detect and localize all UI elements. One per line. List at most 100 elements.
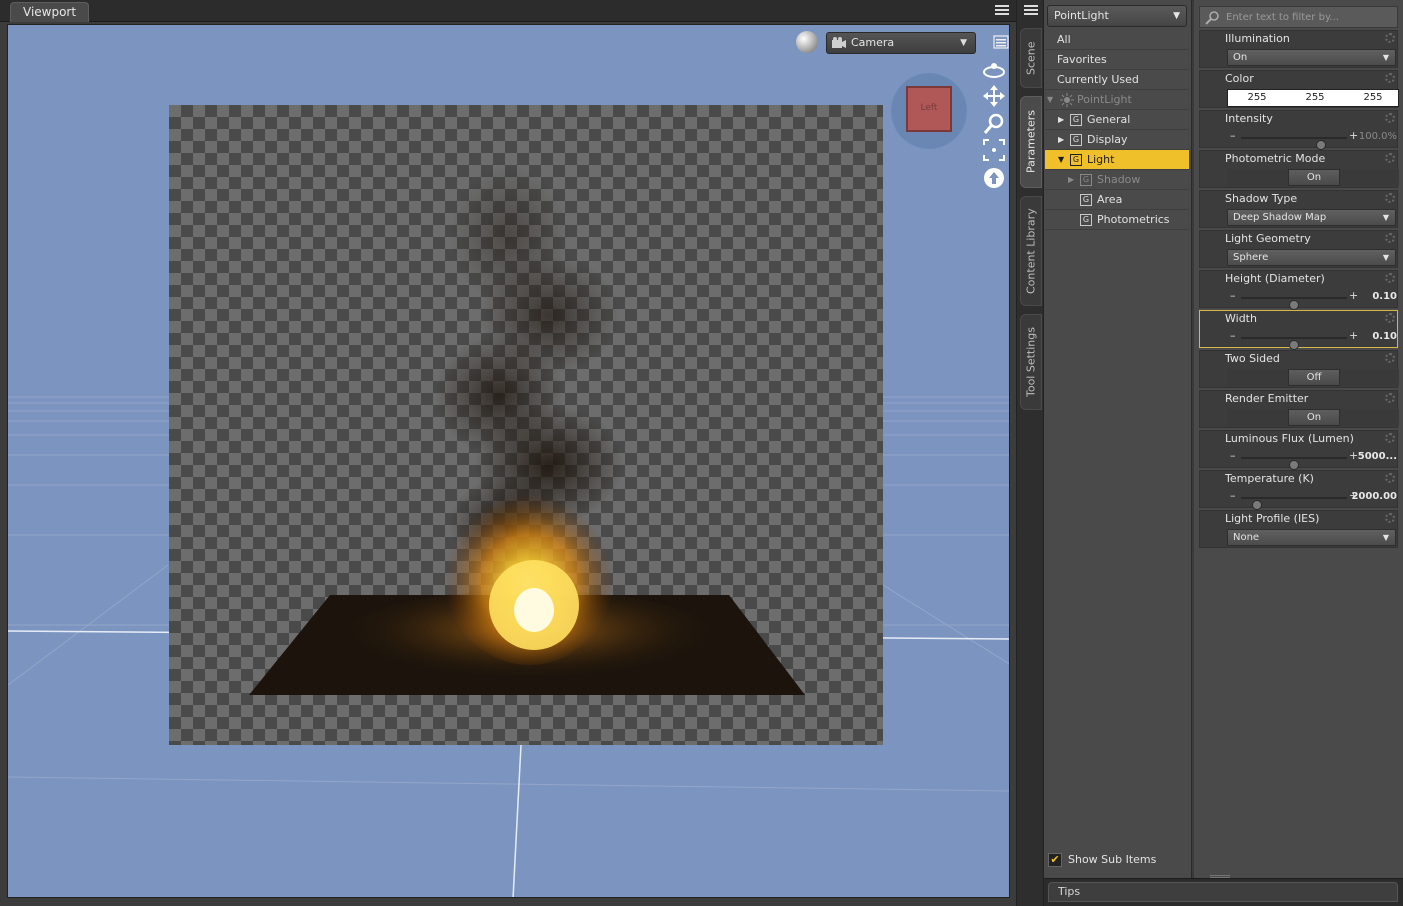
group-icon: G	[1070, 134, 1082, 146]
light-geometry-dropdown[interactable]: Sphere ▼	[1227, 249, 1396, 266]
color-green-value[interactable]: 255	[1286, 92, 1344, 103]
prop-label: Light Profile (IES)	[1225, 512, 1320, 525]
tree-item-display[interactable]: ▶ G Display	[1045, 130, 1189, 150]
camera-dropdown[interactable]: Camera ▼	[826, 32, 976, 54]
slider-track[interactable]	[1241, 137, 1347, 150]
gear-icon[interactable]	[1385, 353, 1395, 363]
view-cube[interactable]: Left	[891, 73, 967, 149]
gear-icon[interactable]	[1385, 393, 1395, 403]
slider-value[interactable]: 100.0%	[1359, 131, 1397, 142]
viewport-canvas[interactable]: Camera ▼ Left	[7, 24, 1010, 898]
toggle-value[interactable]: On	[1288, 409, 1340, 426]
pane-menu-icon[interactable]	[1023, 3, 1039, 17]
illumination-dropdown[interactable]: On ▼	[1227, 49, 1396, 66]
render-emitter-toggle[interactable]: On	[1227, 409, 1399, 426]
slider-track[interactable]	[1241, 457, 1347, 470]
expand-arrow-icon[interactable]: ▼	[1058, 150, 1064, 170]
tree-item-all[interactable]: All	[1045, 30, 1189, 50]
side-tab-strip: Scene Parameters Content Library Tool Se…	[1016, 0, 1044, 906]
filter-input[interactable]	[1226, 9, 1394, 25]
tree-item-favorites[interactable]: Favorites	[1045, 50, 1189, 70]
tab-parameters[interactable]: Parameters	[1020, 96, 1042, 188]
zoom-icon[interactable]	[981, 111, 1007, 137]
slider-knob[interactable]	[1251, 500, 1262, 510]
gear-icon[interactable]	[1385, 313, 1395, 323]
slider-value[interactable]: 0.10	[1372, 291, 1397, 302]
color-blue-value[interactable]: 255	[1344, 92, 1402, 103]
prop-illumination: Illumination On ▼	[1199, 30, 1398, 68]
tips-tab[interactable]: Tips	[1048, 882, 1398, 902]
increment-button[interactable]: +	[1349, 129, 1358, 142]
resize-grip[interactable]	[1210, 875, 1230, 878]
shadow-type-dropdown[interactable]: Deep Shadow Map ▼	[1227, 209, 1396, 226]
expand-arrow-icon[interactable]: ▼	[1047, 90, 1053, 110]
tree-item-general[interactable]: ▶ G General	[1045, 110, 1189, 130]
slider-value[interactable]: 2000.00	[1351, 491, 1397, 502]
gear-icon[interactable]	[1385, 473, 1395, 483]
slider-value[interactable]: 0.10	[1372, 331, 1397, 342]
gear-icon[interactable]	[1385, 113, 1395, 123]
slider-value[interactable]: 5000...	[1358, 451, 1397, 462]
tree-item-currently-used[interactable]: Currently Used	[1045, 70, 1189, 90]
gear-icon[interactable]	[1385, 513, 1395, 523]
decrement-button[interactable]: –	[1230, 129, 1236, 142]
toggle-value[interactable]: Off	[1288, 369, 1340, 386]
tab-tool-settings[interactable]: Tool Settings	[1020, 314, 1042, 410]
gear-icon[interactable]	[1385, 193, 1395, 203]
photometric-mode-toggle[interactable]: On	[1227, 169, 1399, 186]
increment-button[interactable]: +	[1349, 289, 1358, 302]
temperature-slider[interactable]: – + 2000.00	[1227, 489, 1399, 510]
orbit-icon[interactable]	[981, 57, 1007, 83]
width-slider[interactable]: – + 0.10	[1227, 329, 1399, 350]
tab-scene[interactable]: Scene	[1020, 28, 1042, 88]
tab-content-library[interactable]: Content Library	[1020, 196, 1042, 306]
increment-button[interactable]: +	[1349, 329, 1358, 342]
slider-track[interactable]	[1241, 497, 1347, 510]
frame-icon[interactable]	[981, 137, 1007, 163]
dropdown-value: On	[1233, 52, 1248, 63]
two-sided-toggle[interactable]: Off	[1227, 369, 1399, 386]
decrement-button[interactable]: –	[1230, 489, 1236, 502]
expand-arrow-icon[interactable]: ▶	[1058, 130, 1064, 150]
decrement-button[interactable]: –	[1230, 329, 1236, 342]
slider-track[interactable]	[1241, 337, 1347, 350]
gear-icon[interactable]	[1385, 33, 1395, 43]
gear-icon[interactable]	[1385, 273, 1395, 283]
checkbox-checked-icon[interactable]: ✔	[1048, 853, 1062, 867]
light-profile-dropdown[interactable]: None ▼	[1227, 529, 1396, 546]
pane-menu-icon[interactable]	[994, 3, 1010, 17]
slider-knob[interactable]	[1315, 140, 1326, 150]
viewport-tab[interactable]: Viewport	[10, 2, 90, 22]
reset-view-icon[interactable]	[981, 165, 1007, 191]
slider-track[interactable]	[1241, 297, 1347, 310]
decrement-button[interactable]: –	[1230, 289, 1236, 302]
viewport-options-icon[interactable]	[992, 34, 1010, 50]
tree-item-area[interactable]: G Area	[1045, 190, 1189, 210]
slider-knob[interactable]	[1289, 460, 1299, 470]
toggle-value[interactable]: On	[1288, 169, 1340, 186]
gear-icon[interactable]	[1385, 73, 1395, 83]
pan-icon[interactable]	[981, 83, 1007, 109]
node-dropdown[interactable]: PointLight ▼	[1047, 5, 1187, 27]
prop-light-profile: Light Profile (IES) None ▼	[1199, 510, 1398, 548]
gear-icon[interactable]	[1385, 153, 1395, 163]
filter-box[interactable]	[1199, 6, 1398, 28]
tree-item-light[interactable]: ▼ G Light	[1045, 150, 1189, 170]
tree-item-pointlight[interactable]: ▼ PointLight	[1045, 90, 1189, 110]
tree-item-shadow[interactable]: ▶ G Shadow	[1045, 170, 1189, 190]
slider-knob[interactable]	[1289, 340, 1299, 350]
luminous-flux-slider[interactable]: – + 5000...	[1227, 449, 1399, 470]
expand-arrow-icon[interactable]: ▶	[1058, 110, 1064, 130]
slider-knob[interactable]	[1289, 300, 1299, 310]
color-swatch[interactable]: 255 255 255	[1227, 89, 1399, 107]
tree-item-photometrics[interactable]: G Photometrics	[1045, 210, 1189, 230]
draw-style-icon[interactable]	[796, 31, 818, 53]
color-red-value[interactable]: 255	[1228, 92, 1286, 103]
height-slider[interactable]: – + 0.10	[1227, 289, 1399, 310]
expand-arrow-icon[interactable]: ▶	[1068, 170, 1074, 190]
decrement-button[interactable]: –	[1230, 449, 1236, 462]
view-cube-face[interactable]: Left	[906, 86, 952, 132]
intensity-slider[interactable]: – + 100.0%	[1227, 129, 1399, 150]
gear-icon[interactable]	[1385, 233, 1395, 243]
gear-icon[interactable]	[1385, 433, 1395, 443]
